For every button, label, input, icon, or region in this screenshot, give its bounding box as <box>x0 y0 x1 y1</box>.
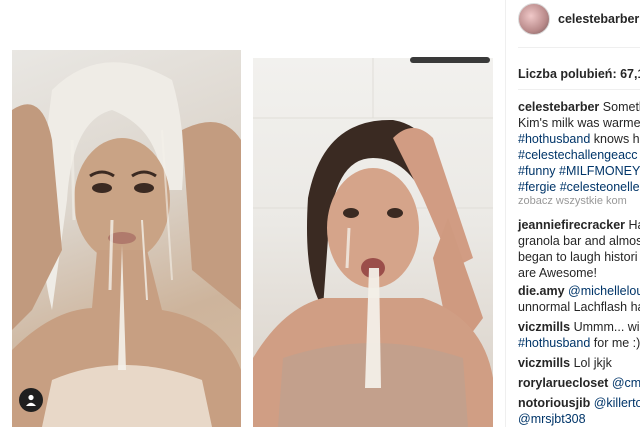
comment-username[interactable]: viczmills <box>518 356 570 370</box>
comment-username[interactable]: die.amy <box>518 284 565 298</box>
hashtag-link[interactable]: #celesteonelle <box>560 180 640 194</box>
post-photo-left <box>12 50 241 427</box>
comment-text: Ha <box>628 218 640 232</box>
caption: celestebarber Someth Kim's milk was warm… <box>518 99 640 195</box>
comment-item: rorylaruecloset @cmc <box>518 375 640 391</box>
hashtag-link[interactable]: #MILFMONEY <box>559 164 640 178</box>
shower-head-decor <box>410 57 490 63</box>
header-divider <box>518 47 640 48</box>
view-all-comments-link[interactable]: zobacz wszystkie kom <box>518 195 627 207</box>
post-header: celestebarber <box>518 2 639 36</box>
hashtag-link[interactable]: #funny <box>518 164 556 178</box>
post-image-area[interactable] <box>0 0 500 427</box>
comment-item: jeanniefirecracker Ha granola bar and al… <box>518 217 640 281</box>
comment-username[interactable]: viczmills <box>518 320 570 334</box>
comment-item: viczmills Ummm... wil #hothusband for me… <box>518 319 640 351</box>
hashtag-link[interactable]: #fergie <box>518 180 556 194</box>
mention-link[interactable]: @mrsjbt308 <box>518 412 586 426</box>
user-icon[interactable] <box>19 388 43 412</box>
mention-link[interactable]: @cmc <box>612 376 640 390</box>
panel-divider <box>505 0 506 427</box>
avatar[interactable] <box>518 3 550 35</box>
likes-count[interactable]: Liczba polubień: 67,1ty <box>518 67 640 81</box>
comment-username[interactable]: rorylaruecloset <box>518 376 608 390</box>
hashtag-link[interactable]: #celestechallengeacc <box>518 148 638 162</box>
comment-text: granola bar and almos <box>518 234 640 248</box>
comment-username[interactable]: jeanniefirecracker <box>518 218 625 232</box>
mention-link[interactable]: @michellelou <box>568 284 640 298</box>
comment-username[interactable]: notoriousjib <box>518 396 590 410</box>
comment-text: unnormal Lachflash ha <box>518 300 640 314</box>
comment-item: notoriousjib @killertof @mrsjbt308 <box>518 395 640 427</box>
comment-item: viczmills Lol jkjk <box>518 355 640 371</box>
caption-text-line2: Kim's milk was warmed <box>518 116 640 130</box>
post-author-username[interactable]: celestebarber <box>558 12 639 26</box>
comment-item: die.amy @michellelou unnormal Lachflash … <box>518 283 640 315</box>
likes-divider <box>518 89 640 90</box>
comment-text: Lol jkjk <box>573 356 612 370</box>
caption-text-line3: knows h <box>593 132 640 146</box>
comment-text: began to laugh histori <box>518 250 638 264</box>
hashtag-link[interactable]: #hothusband <box>518 336 590 350</box>
comment-text: Ummm... wil <box>573 320 640 334</box>
caption-text-line1: Someth <box>602 100 640 114</box>
post-photo-right <box>253 58 493 427</box>
comment-text: for me :) <box>593 336 640 350</box>
caption-username[interactable]: celestebarber <box>518 100 599 114</box>
mention-link[interactable]: @killertof <box>594 396 640 410</box>
hashtag-link[interactable]: #hothusband <box>518 132 590 146</box>
comment-text: are Awesome! <box>518 266 597 280</box>
